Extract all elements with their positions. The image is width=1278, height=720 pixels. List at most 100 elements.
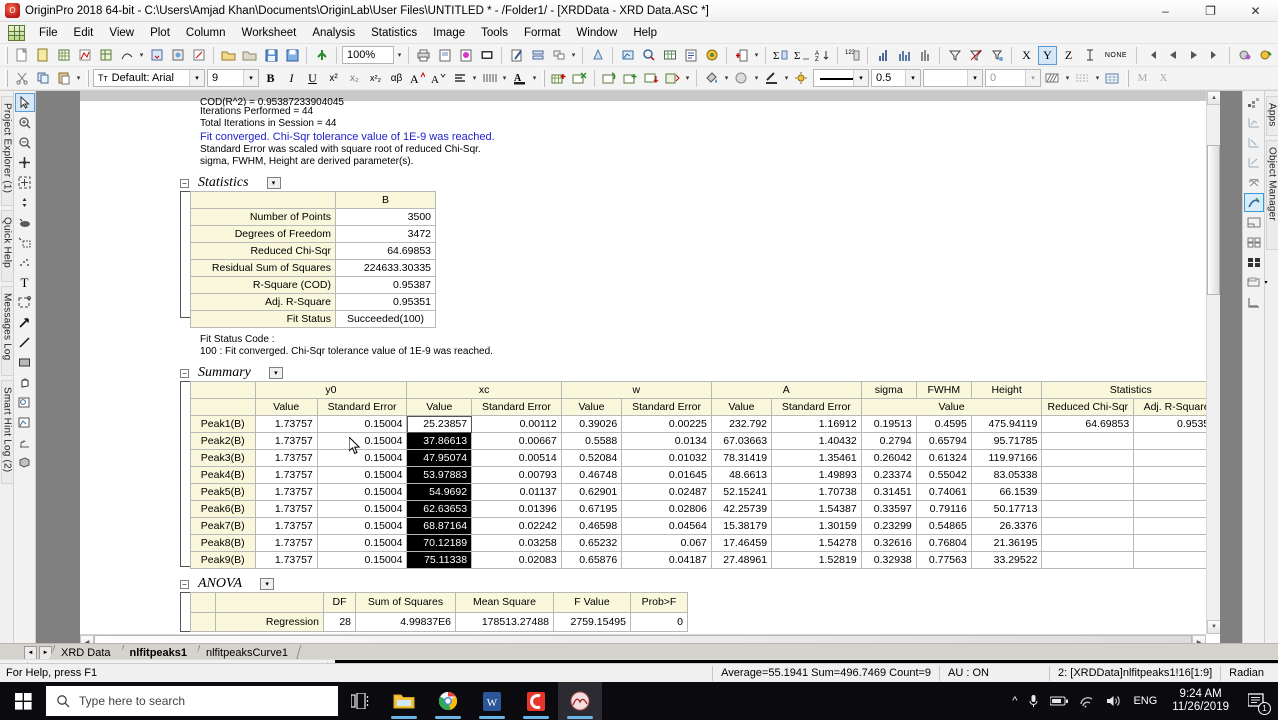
new-project-icon[interactable]: [12, 46, 31, 65]
vertical-scroll-thumb[interactable]: [1207, 145, 1220, 295]
add-layer-caret[interactable]: ▾: [569, 46, 578, 65]
summary-cell-a-se[interactable]: 1.35461: [771, 449, 862, 467]
stat-value-fit-status[interactable]: Succeeded(100): [335, 310, 436, 328]
summary-cell-xc-se[interactable]: 0.00793: [471, 466, 562, 484]
summary-cell-a[interactable]: 15.38179: [710, 517, 773, 535]
summary-cell-fwhm[interactable]: 0.61324: [915, 449, 972, 467]
summary-cell-height[interactable]: 95.71785: [970, 432, 1043, 450]
line-width-caret[interactable]: ▾: [905, 70, 920, 86]
summary-cell-sigma[interactable]: 0.32616: [860, 534, 917, 552]
layer-management-icon[interactable]: ▾: [1244, 273, 1268, 292]
font-caret[interactable]: ▾: [189, 70, 204, 86]
menu-file[interactable]: File: [31, 24, 66, 42]
table-borders-icon[interactable]: [480, 69, 499, 88]
summary-cell-xc[interactable]: 25.23857: [406, 415, 473, 433]
dock-tab-project-explorer[interactable]: Project Explorer (1): [0, 96, 13, 206]
summary-cell-a[interactable]: 67.03663: [710, 432, 773, 450]
summary-cell-reduced-chi-sqr[interactable]: 64.69853: [1041, 415, 1135, 433]
summary-cell-a-se[interactable]: 1.40432: [771, 432, 862, 450]
summary-cell-xc[interactable]: 70.12189: [406, 534, 473, 552]
summary-cell-height[interactable]: 50.17713: [970, 500, 1043, 518]
summary-cell-y0-se[interactable]: 0.15004: [316, 483, 408, 501]
statistics-sum-icon[interactable]: Σ: [771, 46, 790, 65]
pivot-caret[interactable]: ▾: [683, 69, 692, 88]
merge-cells-icon[interactable]: [1103, 69, 1122, 88]
unstack-columns-icon[interactable]: [642, 69, 661, 88]
summary-cell-xc[interactable]: 53.97883: [406, 466, 473, 484]
summary-cell-y0[interactable]: 1.73757: [254, 432, 318, 450]
new-matrix-icon[interactable]: [96, 46, 115, 65]
decrease-font-icon[interactable]: A: [429, 69, 448, 88]
dock-tab-apps[interactable]: Apps: [1265, 96, 1278, 136]
start-button[interactable]: [0, 682, 46, 720]
pointer-tool-icon[interactable]: [14, 93, 35, 112]
toolbar-grip[interactable]: [1126, 69, 1129, 87]
dock-tab-quick-help[interactable]: Quick Help: [0, 210, 13, 282]
column-chart-icon[interactable]: [873, 46, 892, 65]
line-width-combo[interactable]: 0.5 ▾: [871, 69, 921, 87]
summary-cell-a-se[interactable]: 1.54387: [771, 500, 862, 518]
scale-tool-icon[interactable]: [15, 433, 35, 452]
summary-cell-reduced-chi-sqr[interactable]: [1041, 432, 1135, 450]
extract-layers-icon[interactable]: [1244, 233, 1264, 252]
taskbar-chrome[interactable]: [426, 682, 470, 720]
menu-format[interactable]: Format: [516, 24, 568, 42]
transpose-icon[interactable]: [600, 69, 619, 88]
summary-cell-y0[interactable]: 1.73757: [254, 551, 318, 569]
stat-value-degrees-of-freedom[interactable]: 3472: [335, 225, 436, 243]
summary-cell-sigma[interactable]: 0.26042: [860, 449, 917, 467]
text-tool-icon[interactable]: T: [15, 273, 35, 292]
line-color-icon[interactable]: [762, 69, 781, 88]
line-style-caret[interactable]: ▾: [853, 70, 868, 86]
summary-cell-a-se[interactable]: 1.30159: [771, 517, 862, 535]
summary-cell-w-se[interactable]: 0.04187: [621, 551, 712, 569]
minimize-button[interactable]: –: [1143, 0, 1188, 22]
summary-cell-reduced-chi-sqr[interactable]: [1041, 517, 1135, 535]
rectangle-tool-icon[interactable]: ▾: [15, 353, 40, 372]
axis-scale-icon[interactable]: [1244, 293, 1264, 312]
summary-cell-height[interactable]: 21.36195: [970, 534, 1043, 552]
print-icon[interactable]: [414, 46, 433, 65]
increase-font-icon[interactable]: A: [408, 69, 427, 88]
summary-cell-a-se[interactable]: 1.16912: [771, 415, 862, 433]
summary-cell-xc-se[interactable]: 0.01137: [471, 483, 562, 501]
document-vertical-scrollbar[interactable]: ▲ ▼: [1206, 91, 1220, 634]
summary-cell-sigma[interactable]: 0.19513: [860, 415, 917, 433]
menu-statistics[interactable]: Statistics: [363, 24, 425, 42]
taskbar-file-explorer[interactable]: [382, 682, 426, 720]
statistics-dropdown-icon[interactable]: ▾: [266, 177, 281, 189]
statistics-collapse-toggle[interactable]: −: [180, 178, 189, 188]
magnify-graph-tool-icon[interactable]: ▾: [15, 413, 40, 432]
summary-cell-a-se[interactable]: 1.49893: [771, 466, 862, 484]
add-new-columns-icon[interactable]: [549, 69, 568, 88]
toolbar-grip[interactable]: [86, 69, 89, 87]
summary-cell-y0[interactable]: 1.73757: [254, 483, 318, 501]
summary-cell-height[interactable]: 119.97166: [970, 449, 1043, 467]
menu-window[interactable]: Window: [568, 24, 625, 42]
menu-analysis[interactable]: Analysis: [304, 24, 363, 42]
summary-cell-sigma[interactable]: 0.23374: [860, 466, 917, 484]
summary-cell-a-se[interactable]: 1.52819: [771, 551, 862, 569]
new-column-icon[interactable]: [732, 46, 751, 65]
zoom-in-tool-icon[interactable]: [15, 113, 35, 132]
summary-cell-w[interactable]: 0.46748: [560, 466, 623, 484]
summary-cell-a[interactable]: 78.31419: [710, 449, 773, 467]
task-view-button[interactable]: [338, 682, 382, 720]
transparency-caret[interactable]: ▾: [1025, 70, 1040, 86]
summary-cell-y0[interactable]: 1.73757: [254, 517, 318, 535]
anova-collapse-toggle[interactable]: −: [180, 579, 189, 589]
set-column-values-icon[interactable]: 123: [843, 46, 862, 65]
anova-cell-df[interactable]: 28: [323, 611, 356, 632]
summary-cell-a[interactable]: 48.6613: [710, 466, 773, 484]
summary-cell-a-se[interactable]: 1.70738: [771, 483, 862, 501]
summary-cell-reduced-chi-sqr[interactable]: [1041, 449, 1135, 467]
summary-cell-y0-se[interactable]: 0.15004: [316, 415, 408, 433]
italic-icon[interactable]: I: [282, 69, 301, 88]
mask-m-icon[interactable]: M: [1133, 69, 1152, 88]
summary-cell-xc-se[interactable]: 0.01396: [471, 500, 562, 518]
new-function-plot-caret[interactable]: ▾: [137, 46, 146, 65]
font-size-combo[interactable]: 9 ▾: [207, 69, 259, 87]
summary-cell-y0[interactable]: 1.73757: [254, 466, 318, 484]
import-wizard-icon[interactable]: [189, 46, 208, 65]
new-function-plot-icon[interactable]: [117, 46, 136, 65]
